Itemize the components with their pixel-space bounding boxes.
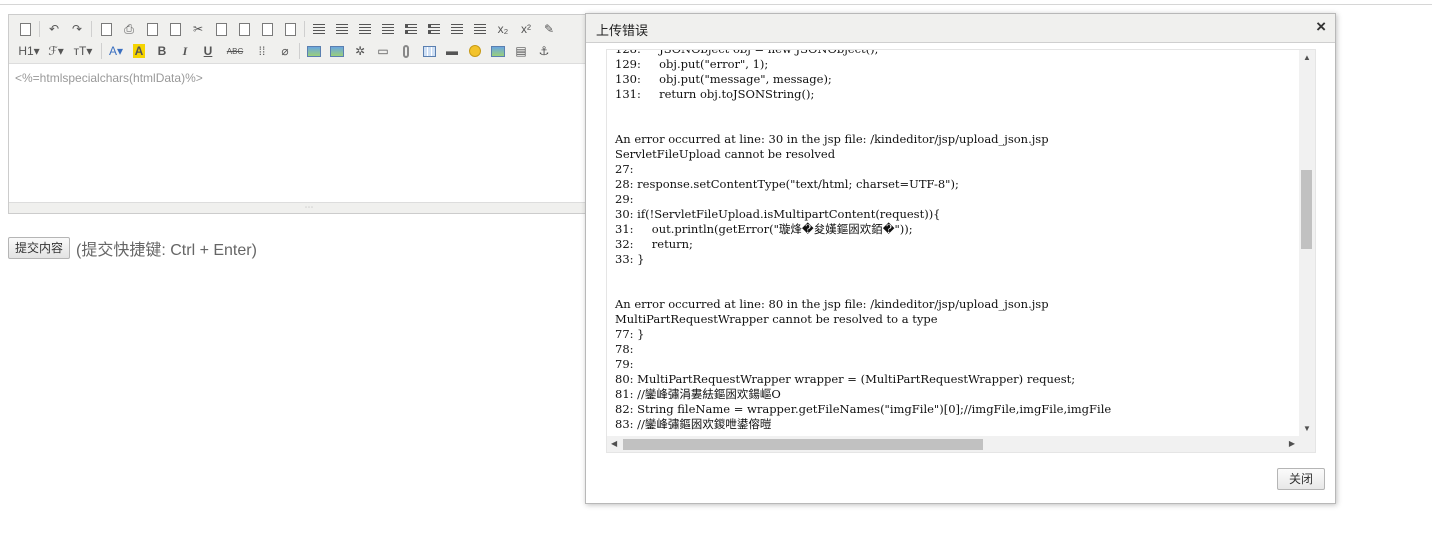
vertical-scroll-thumb[interactable]: [1301, 170, 1312, 249]
error-output-line: 33: }: [615, 252, 645, 266]
font-family-icon[interactable]: ℱ▾: [46, 41, 66, 61]
source-icon[interactable]: [15, 19, 35, 39]
vertical-scrollbar[interactable]: ▲ ▼: [1299, 50, 1315, 436]
submit-shortcut-hint: (提交快捷键: Ctrl + Enter): [76, 242, 257, 259]
emoticon-icon[interactable]: [465, 41, 485, 61]
horizontal-scroll-thumb[interactable]: [623, 439, 983, 450]
attachment-icon[interactable]: [396, 41, 416, 61]
error-output-line: 27:: [615, 162, 634, 176]
font-color-icon[interactable]: A▾: [106, 41, 126, 61]
outdent-icon[interactable]: [470, 19, 490, 39]
horizontal-rule-icon[interactable]: ▬: [442, 41, 462, 61]
error-output-line: 77: }: [615, 327, 645, 341]
submit-button[interactable]: 提交内容: [8, 237, 71, 259]
redo-icon[interactable]: ↷: [67, 19, 87, 39]
anchor-icon[interactable]: ⚓: [534, 41, 554, 61]
font-size-icon[interactable]: ᴛT▾: [69, 41, 97, 61]
error-output-line: ServletFileUpload cannot be resolved: [615, 147, 836, 161]
toolbar-separator: [299, 43, 300, 59]
baidu-map-icon[interactable]: [488, 41, 508, 61]
dialog-header: 上传错误 ×: [586, 14, 1335, 43]
italic-icon[interactable]: I: [175, 41, 195, 61]
error-output-line: 130: obj.put("message", message);: [615, 72, 832, 86]
error-output-line: 79:: [615, 357, 634, 371]
error-output-line: 80: MultiPartRequestWrapper wrapper = (M…: [615, 372, 1076, 386]
error-output-line: 30: if(!ServletFileUpload.isMultipartCon…: [615, 207, 941, 221]
error-output-text: 128: JSONObject obj = new JSONObject();1…: [607, 50, 1299, 436]
close-icon[interactable]: ×: [1316, 17, 1326, 37]
error-output-line: 28: response.setContentType("text/html; …: [615, 177, 959, 191]
error-output-line: 29:: [615, 192, 634, 206]
print-icon[interactable]: ⎙: [119, 19, 139, 39]
scroll-left-arrow-icon[interactable]: ◀: [611, 439, 617, 448]
paste-plain-icon[interactable]: [257, 19, 277, 39]
error-output-line: 31: out.println(getError("璇烽�夋嫨鏂囦欢銆�"));: [615, 222, 913, 236]
error-output-line: 131: return obj.toJSONString();: [615, 87, 815, 101]
toolbar-separator: [91, 21, 92, 37]
media-icon[interactable]: ▭: [373, 41, 393, 61]
error-output-line: 82: String fileName = wrapper.getFileNam…: [615, 402, 1112, 416]
toolbar-separator: [101, 43, 102, 59]
submit-row: 提交内容 (提交快捷键: Ctrl + Enter): [8, 236, 257, 260]
flash-icon[interactable]: ✲: [350, 41, 370, 61]
align-left-icon[interactable]: [309, 19, 329, 39]
scroll-up-arrow-icon[interactable]: ▲: [1303, 53, 1311, 62]
image-icon[interactable]: [304, 41, 324, 61]
indent-icon[interactable]: [447, 19, 467, 39]
align-center-icon[interactable]: [332, 19, 352, 39]
error-output-line: 32: return;: [615, 237, 693, 251]
error-output-box: 128: JSONObject obj = new JSONObject();1…: [606, 49, 1316, 453]
superscript-icon[interactable]: x²: [516, 19, 536, 39]
error-output-line: An error occurred at line: 30 in the jsp…: [615, 132, 1049, 146]
close-button[interactable]: 关闭: [1276, 468, 1325, 490]
copy-icon[interactable]: [211, 19, 231, 39]
line-height-icon[interactable]: ⁞⁞: [252, 41, 272, 61]
error-output-line: An error occurred at line: 80 in the jsp…: [615, 297, 1049, 311]
error-output-line: MultiPartRequestWrapper cannot be resolv…: [615, 312, 938, 326]
top-divider: [0, 4, 1432, 5]
editor-toolbar: ↶ ↷ ⎙ ✂ x₂ x² ✎ H1▾ ℱ▾ ᴛT▾ A▾ A B I U ABC ⁞⁞ ⌀ ✲ ▭ ▬ ▤ ⚓: [9, 15, 609, 64]
strikethrough-icon[interactable]: ABC: [221, 41, 249, 61]
bold-icon[interactable]: B: [152, 41, 172, 61]
ordered-list-icon[interactable]: [401, 19, 421, 39]
table-icon[interactable]: [419, 41, 439, 61]
heading-icon[interactable]: H1▾: [15, 41, 43, 61]
align-right-icon[interactable]: [355, 19, 375, 39]
multi-image-icon[interactable]: [327, 41, 347, 61]
unordered-list-icon[interactable]: [424, 19, 444, 39]
highlight-icon[interactable]: A: [129, 41, 149, 61]
error-output-line: 83: //鑾峰彇鏂囦欢鍐呭鍙傛暟: [615, 417, 772, 431]
editor-content[interactable]: <%=htmlspecialchars(htmlData)%>: [15, 71, 203, 85]
justify-icon[interactable]: [378, 19, 398, 39]
remove-format-icon[interactable]: ⌀: [275, 41, 295, 61]
toolbar-separator: [39, 21, 40, 37]
toolbar-row-2: H1▾ ℱ▾ ᴛT▾ A▾ A B I U ABC ⁞⁞ ⌀ ✲ ▭ ▬ ▤ ⚓: [15, 40, 557, 62]
dialog-title: 上传错误: [596, 23, 649, 38]
code-icon[interactable]: [165, 19, 185, 39]
pagebreak-icon[interactable]: ▤: [511, 41, 531, 61]
error-output-line: 128: JSONObject obj = new JSONObject();: [615, 50, 879, 57]
horizontal-scrollbar[interactable]: ◀ ▶: [607, 436, 1315, 452]
clear-format-icon[interactable]: ✎: [539, 19, 559, 39]
toolbar-row-1: ↶ ↷ ⎙ ✂ x₂ x² ✎: [15, 18, 562, 40]
error-output-line: 78:: [615, 342, 634, 356]
preview-icon[interactable]: [96, 19, 116, 39]
subscript-icon[interactable]: x₂: [493, 19, 513, 39]
paste-icon[interactable]: [234, 19, 254, 39]
upload-error-dialog: 上传错误 × 128: JSONObject obj = new JSONObj…: [585, 13, 1336, 504]
paste-word-icon[interactable]: [280, 19, 300, 39]
error-output-line: 81: //鑾峰彇涓婁紶鏂囦欢鍚嶇О: [615, 387, 781, 401]
rich-text-editor: ↶ ↷ ⎙ ✂ x₂ x² ✎ H1▾ ℱ▾ ᴛT▾ A▾ A B I U ABC ⁞⁞ ⌀ ✲ ▭ ▬ ▤ ⚓ <%=h…: [8, 14, 610, 214]
editor-resize-handle[interactable]: ⋯: [9, 202, 609, 213]
underline-icon[interactable]: U: [198, 41, 218, 61]
undo-icon[interactable]: ↶: [44, 19, 64, 39]
error-output-line: 129: obj.put("error", 1);: [615, 57, 769, 71]
scroll-down-arrow-icon[interactable]: ▼: [1303, 424, 1311, 433]
cut-icon[interactable]: ✂: [188, 19, 208, 39]
scroll-right-arrow-icon[interactable]: ▶: [1289, 439, 1295, 448]
template-icon[interactable]: [142, 19, 162, 39]
toolbar-separator: [304, 21, 305, 37]
